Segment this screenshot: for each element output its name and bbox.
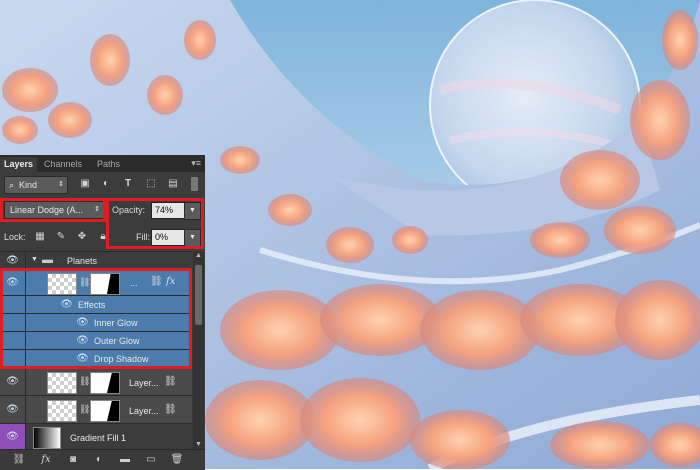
panel-menu-icon[interactable]: ▾≡ <box>191 158 201 169</box>
opacity-dropdown-icon[interactable]: ▼ <box>184 202 201 220</box>
filter-kind-select[interactable]: ⌕ Kind ⇕ <box>4 176 68 194</box>
chain-link-icon[interactable]: ⛓︎ <box>79 404 90 415</box>
eye-icon[interactable]: 👁︎ <box>6 404 19 415</box>
layer-thumbnail <box>47 400 77 422</box>
blend-mode-value: Linear Dodge (A... <box>10 205 84 215</box>
dropdown-arrows-icon: ⇕ <box>58 181 64 188</box>
lock-transparency-icon[interactable]: ▦ <box>33 230 47 244</box>
scrollbar-thumb[interactable] <box>195 265 202 325</box>
tab-paths[interactable]: Paths <box>93 157 124 172</box>
layer-row[interactable]: 👁︎ ⛓︎ Layer... ⛓︎ <box>0 367 192 396</box>
layer-thumbnail <box>47 273 77 295</box>
layers-scrollbar[interactable]: ▲ ▼ <box>193 251 204 449</box>
opacity-input[interactable]: 74% <box>151 202 186 219</box>
effect-name: Drop Shadow <box>94 354 149 364</box>
visibility-column: 👁︎ <box>0 252 26 270</box>
visibility-column <box>0 332 26 350</box>
layer-name: Layer... <box>129 406 159 416</box>
fx-icon[interactable]: fx <box>39 453 53 467</box>
shape-layer-filter-icon[interactable]: ⬚ <box>144 177 158 191</box>
visibility-column <box>0 296 26 314</box>
lock-all-padlock-icon[interactable]: 🔒︎ <box>96 230 110 244</box>
eye-icon[interactable]: 👁︎ <box>76 335 89 346</box>
chain-link-icon[interactable]: ⛓︎ <box>79 277 90 288</box>
visibility-column <box>0 350 26 368</box>
layers-panel: Layers Channels Paths ▾≡ ⌕ Kind ⇕ ▣ ◐ T … <box>0 155 205 470</box>
eye-icon[interactable]: 👁︎ <box>76 317 89 328</box>
scroll-up-icon[interactable]: ▲ <box>193 252 204 259</box>
tab-layers[interactable]: Layers <box>0 157 38 172</box>
eye-icon[interactable]: 👁︎ <box>76 353 89 364</box>
opacity-label: Opacity: <box>112 205 146 215</box>
layer-mask-thumbnail[interactable] <box>90 372 120 394</box>
layer-row-selected[interactable]: 👁︎ ⛓︎ ... ⛓︎ fx <box>0 269 192 296</box>
lock-position-move-icon[interactable]: ✥ <box>75 230 89 244</box>
smart-object-filter-icon[interactable]: ▤ <box>166 177 180 191</box>
layer-name: Gradient Fill 1 <box>70 433 127 443</box>
layer-name: Layer... <box>129 378 159 388</box>
layer-row[interactable]: 👁︎ Gradient Fill 1 <box>0 423 192 449</box>
layer-group-row[interactable]: 👁︎ ▼ ▬ Planets <box>0 251 192 270</box>
folder-icon: ▬ <box>42 254 53 266</box>
effects-row[interactable]: 👁︎ Effects <box>0 295 192 314</box>
lock-image-brush-icon[interactable]: ✎ <box>54 230 68 244</box>
layer-thumbnail <box>47 372 77 394</box>
link-icon: ⛓︎ <box>150 276 163 287</box>
fill-label: Fill: <box>136 232 150 242</box>
layer-name: Planets <box>67 256 98 266</box>
layers-list: 👁︎ ▼ ▬ Planets 👁︎ ⛓︎ ... ⛓︎ fx 👁︎ Effect… <box>0 251 192 449</box>
visibility-column: 👁︎ <box>0 270 26 296</box>
eye-icon[interactable]: 👁︎ <box>6 277 19 288</box>
effect-row[interactable]: 👁︎ Outer Glow <box>0 331 192 350</box>
visibility-column <box>0 314 26 332</box>
gradient-fill-thumbnail <box>33 427 61 449</box>
filter-toggle-switch[interactable] <box>191 177 198 191</box>
effect-row[interactable]: 👁︎ Drop Shadow <box>0 349 192 368</box>
tab-channels[interactable]: Channels <box>40 157 86 172</box>
new-group-folder-icon[interactable]: ▬ <box>118 453 132 467</box>
fx-icon[interactable]: fx <box>166 276 175 287</box>
effect-row[interactable]: 👁︎ Inner Glow <box>0 313 192 332</box>
scroll-down-icon[interactable]: ▼ <box>193 441 204 448</box>
visibility-column: 👁︎ <box>0 396 26 424</box>
visibility-column: 👁︎ <box>0 424 26 449</box>
layer-filter-bar: ⌕ Kind ⇕ ▣ ◐ T ⬚ ▤ <box>0 172 205 196</box>
layers-bottom-toolbar: ⛓︎ fx ◙ ◐ ▬ ▭ 🗑︎ <box>0 449 205 470</box>
link-icon: ⛓︎ <box>164 376 177 387</box>
new-layer-icon[interactable]: ▭ <box>144 453 158 467</box>
search-icon: ⌕ <box>9 180 15 190</box>
link-layers-icon[interactable]: ⛓︎ <box>12 453 26 467</box>
add-mask-icon[interactable]: ◙ <box>66 453 80 467</box>
eye-icon[interactable]: 👁︎ <box>6 431 19 442</box>
effects-label: Effects <box>78 300 106 310</box>
blend-mode-select[interactable]: Linear Dodge (A... ⇕ <box>4 201 104 219</box>
layer-mask-thumbnail[interactable] <box>90 400 120 422</box>
chain-link-icon[interactable]: ⛓︎ <box>79 376 90 387</box>
adjustment-layer-icon[interactable]: ◐ <box>92 453 106 467</box>
fill-dropdown-icon[interactable]: ▼ <box>184 229 201 247</box>
effect-name: Outer Glow <box>94 336 140 346</box>
lock-fill-row: Lock: ▦ ✎ ✥ 🔒︎ Fill: 0% ▼ <box>0 224 205 250</box>
type-layer-filter-icon[interactable]: T <box>121 177 135 191</box>
adjustment-layer-filter-icon[interactable]: ◐ <box>99 177 113 191</box>
visibility-column: 👁︎ <box>0 368 26 396</box>
eye-icon[interactable]: 👁︎ <box>6 376 19 387</box>
effect-name: Inner Glow <box>94 318 138 328</box>
eye-icon[interactable]: 👁︎ <box>60 299 73 310</box>
delete-layer-trash-icon[interactable]: 🗑︎ <box>170 453 184 467</box>
filter-kind-label: Kind <box>19 180 38 190</box>
layer-name: ... <box>130 278 138 288</box>
link-icon: ⛓︎ <box>164 404 177 415</box>
lock-label: Lock: <box>4 232 26 242</box>
layer-mask-thumbnail[interactable] <box>90 273 120 295</box>
pixel-layer-filter-icon[interactable]: ▣ <box>78 177 92 191</box>
dropdown-arrows-icon: ⇕ <box>94 206 100 213</box>
panel-tab-bar: Layers Channels Paths ▾≡ <box>0 155 205 172</box>
expand-triangle-icon[interactable]: ▼ <box>31 256 38 263</box>
blend-opacity-row: Linear Dodge (A... ⇕ Opacity: 74% ▼ <box>0 196 205 224</box>
fill-input[interactable]: 0% <box>151 229 186 246</box>
layer-row[interactable]: 👁︎ ⛓︎ Layer... ⛓︎ <box>0 395 192 424</box>
eye-icon[interactable]: 👁︎ <box>6 255 19 266</box>
